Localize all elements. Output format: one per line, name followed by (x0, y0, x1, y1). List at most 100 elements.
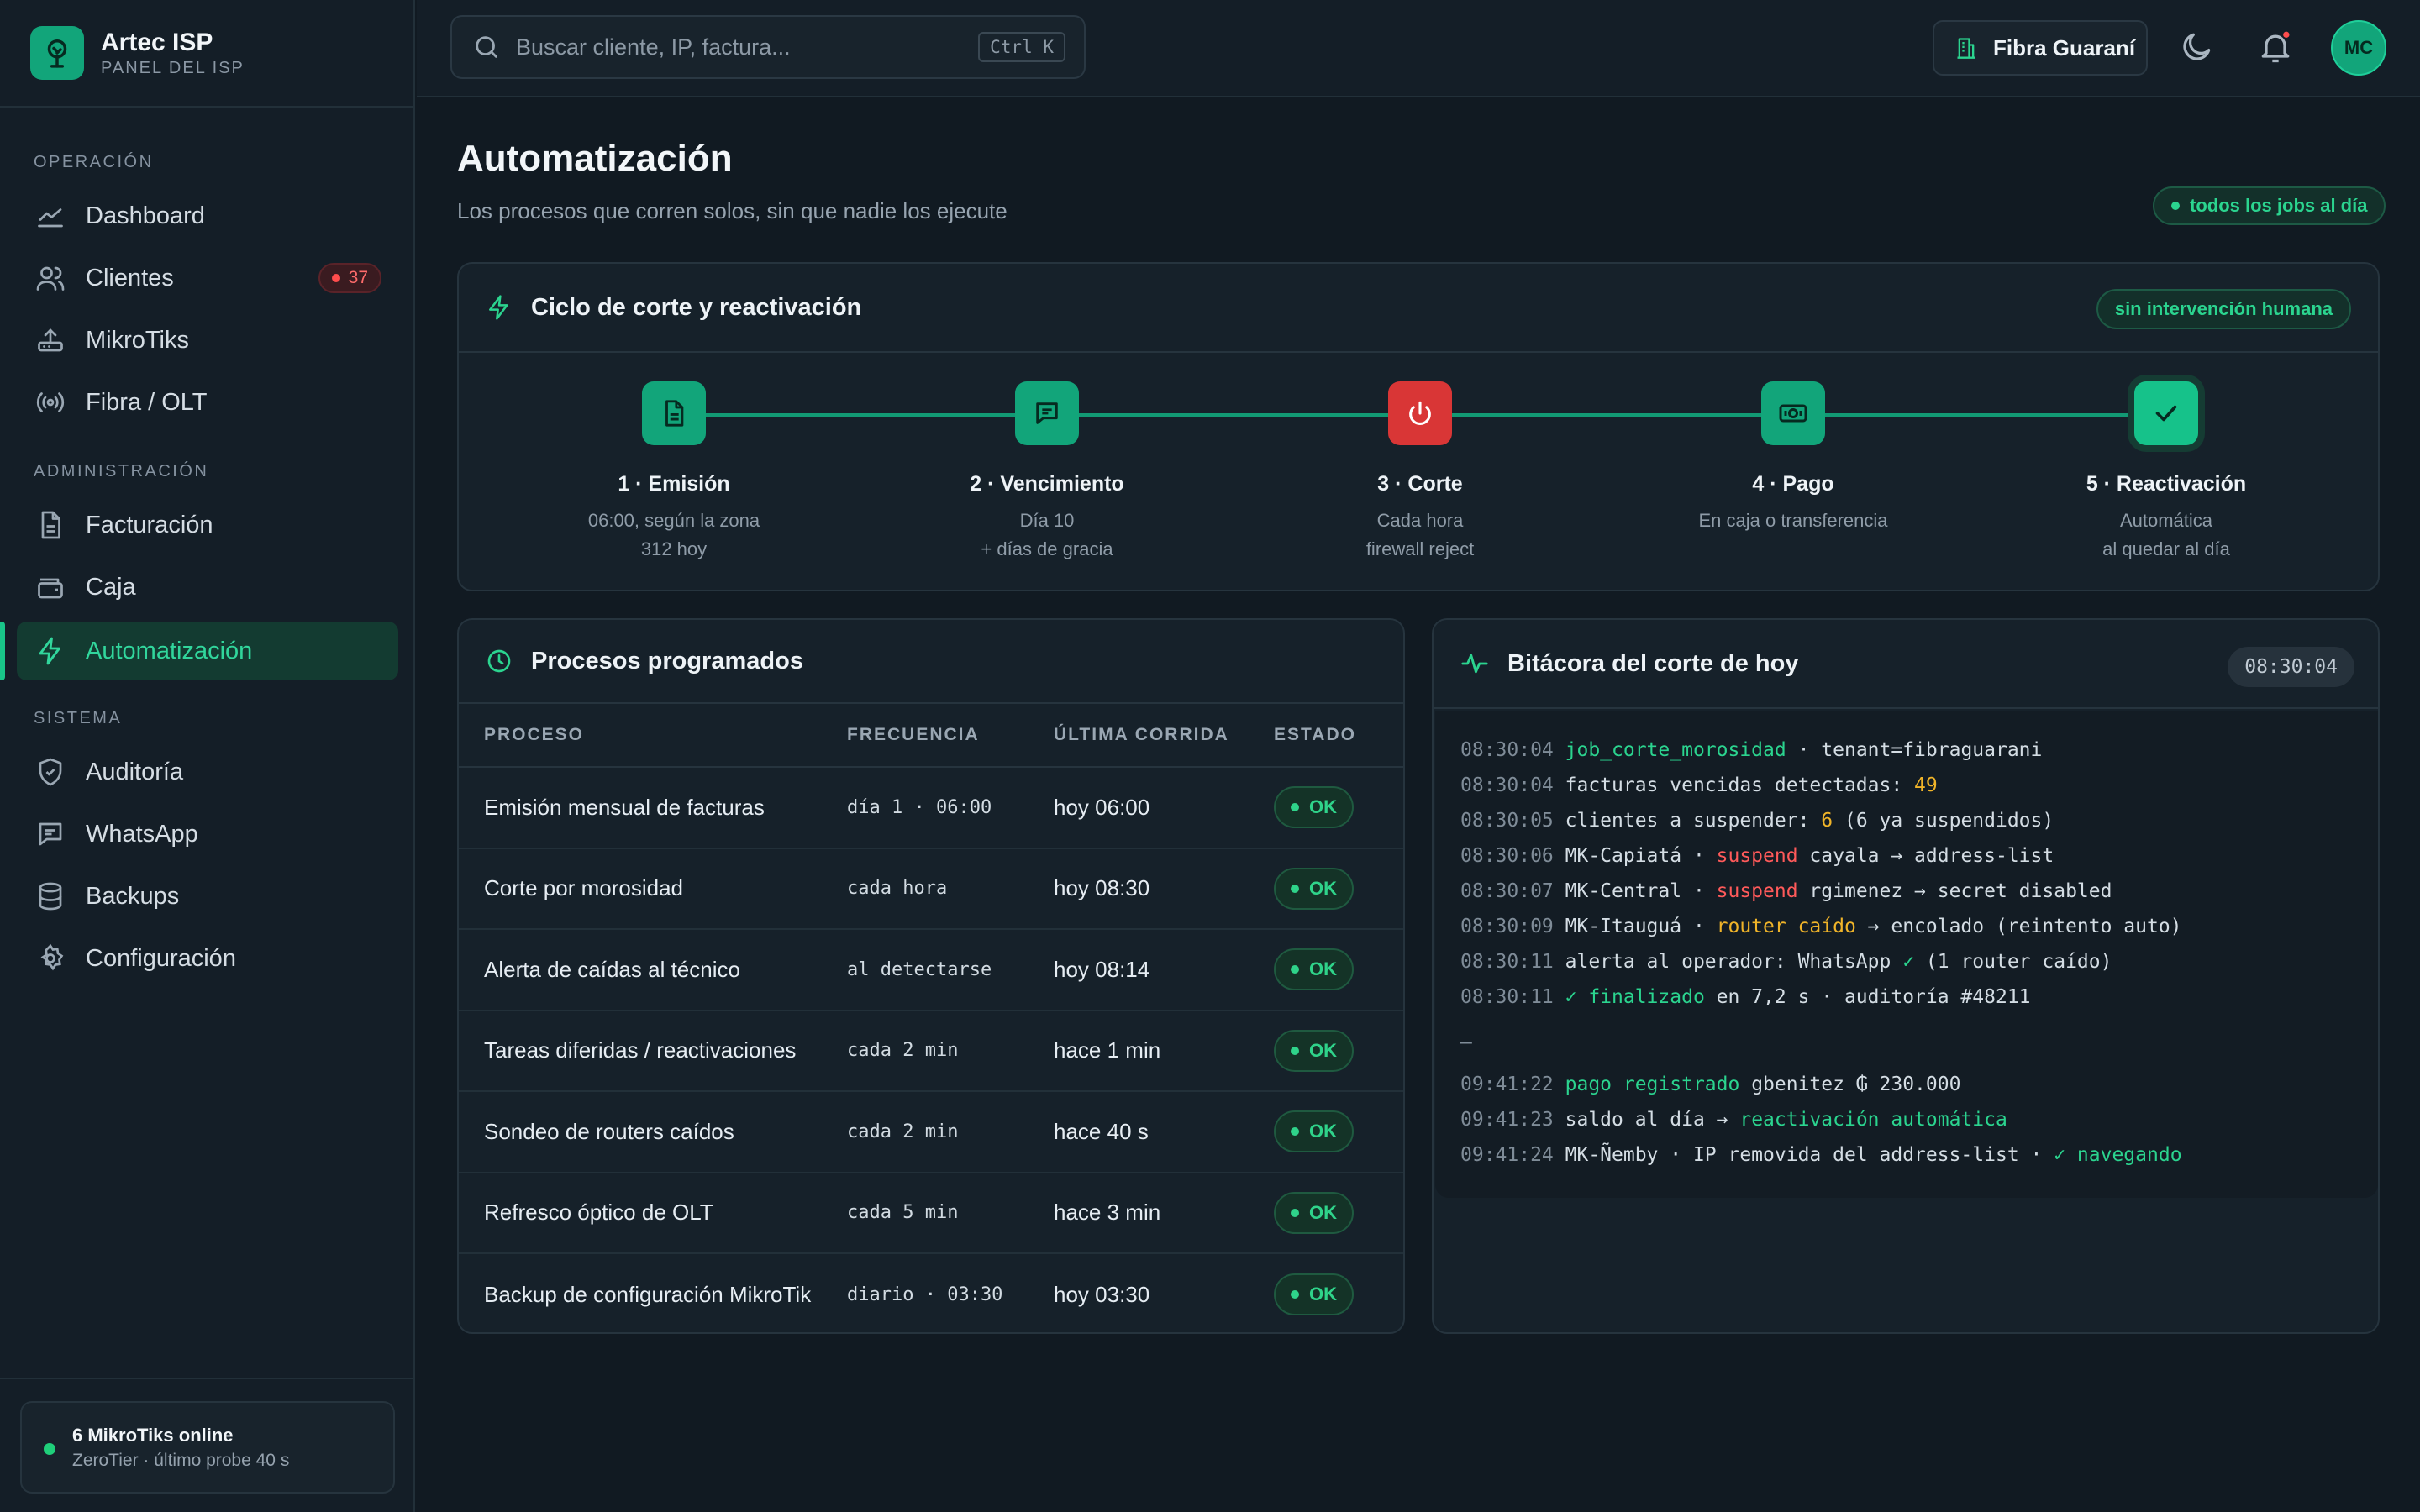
table-body: Emisión mensual de facturas día 1 · 06:0… (459, 768, 1403, 1336)
step-detail: En caja o transferencia (1698, 510, 1888, 531)
status-badge: OK (1274, 867, 1354, 910)
column-header[interactable]: ÚLTIMA CORRIDA (1054, 725, 1274, 745)
no-human-badge: sin intervención humana (2096, 289, 2351, 329)
chart-line-icon (38, 208, 63, 228)
clientes-count-badge: 37 (318, 263, 381, 293)
step-detail: + días de gracia (981, 538, 1113, 559)
users-icon (36, 266, 65, 291)
log-text: MK-Itauguá · (1565, 916, 1717, 937)
mikrotik-status-card[interactable]: 6 MikroTiks online ZeroTier · último pro… (20, 1401, 395, 1494)
search-input[interactable]: Buscar cliente, IP, factura... Ctrl K (450, 15, 1086, 79)
table-row[interactable]: Emisión mensual de facturas día 1 · 06:0… (459, 768, 1403, 849)
sidebar-item-whatsapp[interactable]: WhatsApp (17, 805, 398, 864)
bell-icon[interactable] (2257, 29, 2294, 66)
log-text: facturas vencidas detectadas: (1565, 774, 1915, 796)
log-text: ✓ navegando (2054, 1144, 2182, 1166)
cut-log-card: Bitácora del corte de hoy 08:30:04 08:30… (1432, 618, 2380, 1334)
cycle-title: Ciclo de corte y reactivación (531, 293, 862, 321)
sidebar-item-automatizacion[interactable]: Automatización (17, 622, 398, 680)
log-text: · tenant=fibraguarani (1786, 739, 2043, 761)
table-row[interactable]: Sondeo de routers caídos cada 2 min hace… (459, 1092, 1403, 1173)
jobs-status-badge: todos los jobs al día (2153, 186, 2386, 225)
brand[interactable]: Artec ISP PANEL DEL ISP (0, 0, 413, 108)
log-timestamp: 09:41:22 (1460, 1074, 1565, 1095)
log-text: router caído (1716, 916, 1856, 937)
log-text: rgimenez → secret disabled (1797, 880, 2112, 902)
wallet-icon (38, 578, 63, 599)
sidebar-item-label: Backups (86, 882, 180, 910)
sidebar-item-backups[interactable]: Backups (17, 867, 398, 926)
status-badge: OK (1274, 1110, 1354, 1153)
status-badge: OK (1274, 948, 1354, 991)
sidebar-item-dashboard[interactable]: Dashboard (17, 186, 398, 245)
log-line: 09:41:22 pago registrado gbenitez ₲ 230.… (1460, 1067, 2378, 1102)
log-line: 08:30:09 MK-Itauguá · router caído → enc… (1460, 909, 2378, 944)
column-header[interactable]: PROCESO (459, 725, 847, 745)
log-text: (6 ya suspendidos) (1833, 810, 2054, 832)
log-text: MK-Capiatá · (1565, 845, 1717, 867)
table-row[interactable]: Corte por morosidad cada hora hoy 08:30 … (459, 849, 1403, 930)
search-icon (476, 36, 497, 58)
log-timestamp: 09:41:23 (1460, 1109, 1565, 1131)
table-row[interactable]: Alerta de caídas al técnico al detectars… (459, 930, 1403, 1011)
clock-icon (487, 649, 511, 673)
log-line: 08:30:06 MK-Capiatá · suspend cayala → a… (1460, 838, 2378, 874)
shield-icon (39, 758, 62, 786)
building-icon (1957, 38, 1975, 59)
status-badge: OK (1274, 1029, 1354, 1072)
process-frequency: al detectarse (847, 958, 992, 980)
check-icon (2134, 381, 2198, 445)
column-header[interactable]: ESTADO (1274, 725, 1392, 745)
sidebar-item-caja[interactable]: Caja (17, 558, 398, 617)
log-timestamp: 08:30:04 (1460, 774, 1565, 796)
step-detail: 312 hoy (640, 538, 708, 559)
log-text: gbenitez ₲ 230.000 (1739, 1074, 1961, 1095)
router-icon (38, 328, 63, 352)
step-detail: 06:00, según la zona (587, 510, 760, 531)
log-time-badge: 08:30:04 (2228, 647, 2354, 687)
file-icon (41, 511, 60, 539)
bolt-icon (39, 637, 60, 665)
log-text: MK-Ñemby · IP removida del address-list … (1565, 1144, 2054, 1166)
sidebar-item-configuracion[interactable]: Configuración (17, 929, 398, 988)
step-detail: Automática (2119, 510, 2213, 531)
sidebar-item-label: MikroTiks (86, 326, 189, 354)
process-name: Refresco óptico de OLT (484, 1200, 713, 1226)
brand-subtitle: PANEL DEL ISP (101, 59, 245, 77)
sidebar-item-auditoria[interactable]: Auditoría (17, 743, 398, 801)
table-row[interactable]: Backup de configuración MikroTik diario … (459, 1254, 1403, 1336)
log-timestamp: 08:30:05 (1460, 810, 1565, 832)
search-placeholder: Buscar cliente, IP, factura... (516, 34, 791, 60)
process-frequency: cada hora (847, 878, 948, 900)
page-title: Automatización (457, 138, 733, 179)
log-line: 08:30:07 MK-Central · suspend rgimenez →… (1460, 874, 2378, 909)
cycle-step-vencimiento: 2 · Vencimiento Día 10 + días de gracia (879, 381, 1215, 564)
sidebar-item-fibra-olt[interactable]: Fibra / OLT (17, 373, 398, 432)
sidebar-item-facturacion[interactable]: Facturación (17, 496, 398, 554)
avatar[interactable]: MC (2331, 20, 2386, 76)
step-title: 5 · Reactivación (2086, 472, 2247, 496)
tenant-selector-button[interactable]: Fibra Guaraní (1933, 20, 2148, 76)
table-row[interactable]: Tareas diferidas / reactivaciones cada 2… (459, 1011, 1403, 1092)
moon-icon[interactable] (2178, 29, 2215, 66)
status-badge: OK (1274, 786, 1354, 829)
log-timestamp: 08:30:11 (1460, 986, 1565, 1008)
log-output: 08:30:04 job_corte_morosidad · tenant=fi… (1435, 711, 2378, 1198)
online-dot (44, 1443, 55, 1455)
process-frequency: cada 2 min (847, 1121, 959, 1142)
column-header[interactable]: FRECUENCIA (847, 725, 1054, 745)
nav-section-operacion: OPERACIÓN (34, 153, 154, 171)
sidebar-item-mikrotiks[interactable]: MikroTiks (17, 311, 398, 370)
table-row[interactable]: Refresco óptico de OLT cada 5 min hace 3… (459, 1173, 1403, 1254)
power-icon (1388, 381, 1452, 445)
log-timestamp: 08:30:04 (1460, 739, 1565, 761)
log-text: alerta al operador: WhatsApp (1565, 951, 1903, 973)
step-detail: Cada hora (1376, 510, 1464, 531)
sidebar-item-clientes[interactable]: Clientes 37 (17, 249, 398, 307)
scheduled-processes-card: Procesos programados PROCESO FRECUENCIA … (457, 618, 1405, 1334)
process-last-run: hoy 08:30 (1054, 875, 1150, 901)
cycle-step-emision: 1 · Emisión 06:00, según la zona 312 hoy (506, 381, 842, 564)
sidebar-item-label: Facturación (86, 511, 213, 538)
log-title: Bitácora del corte de hoy (1507, 649, 1799, 677)
log-text: ✓ (1902, 951, 1915, 973)
